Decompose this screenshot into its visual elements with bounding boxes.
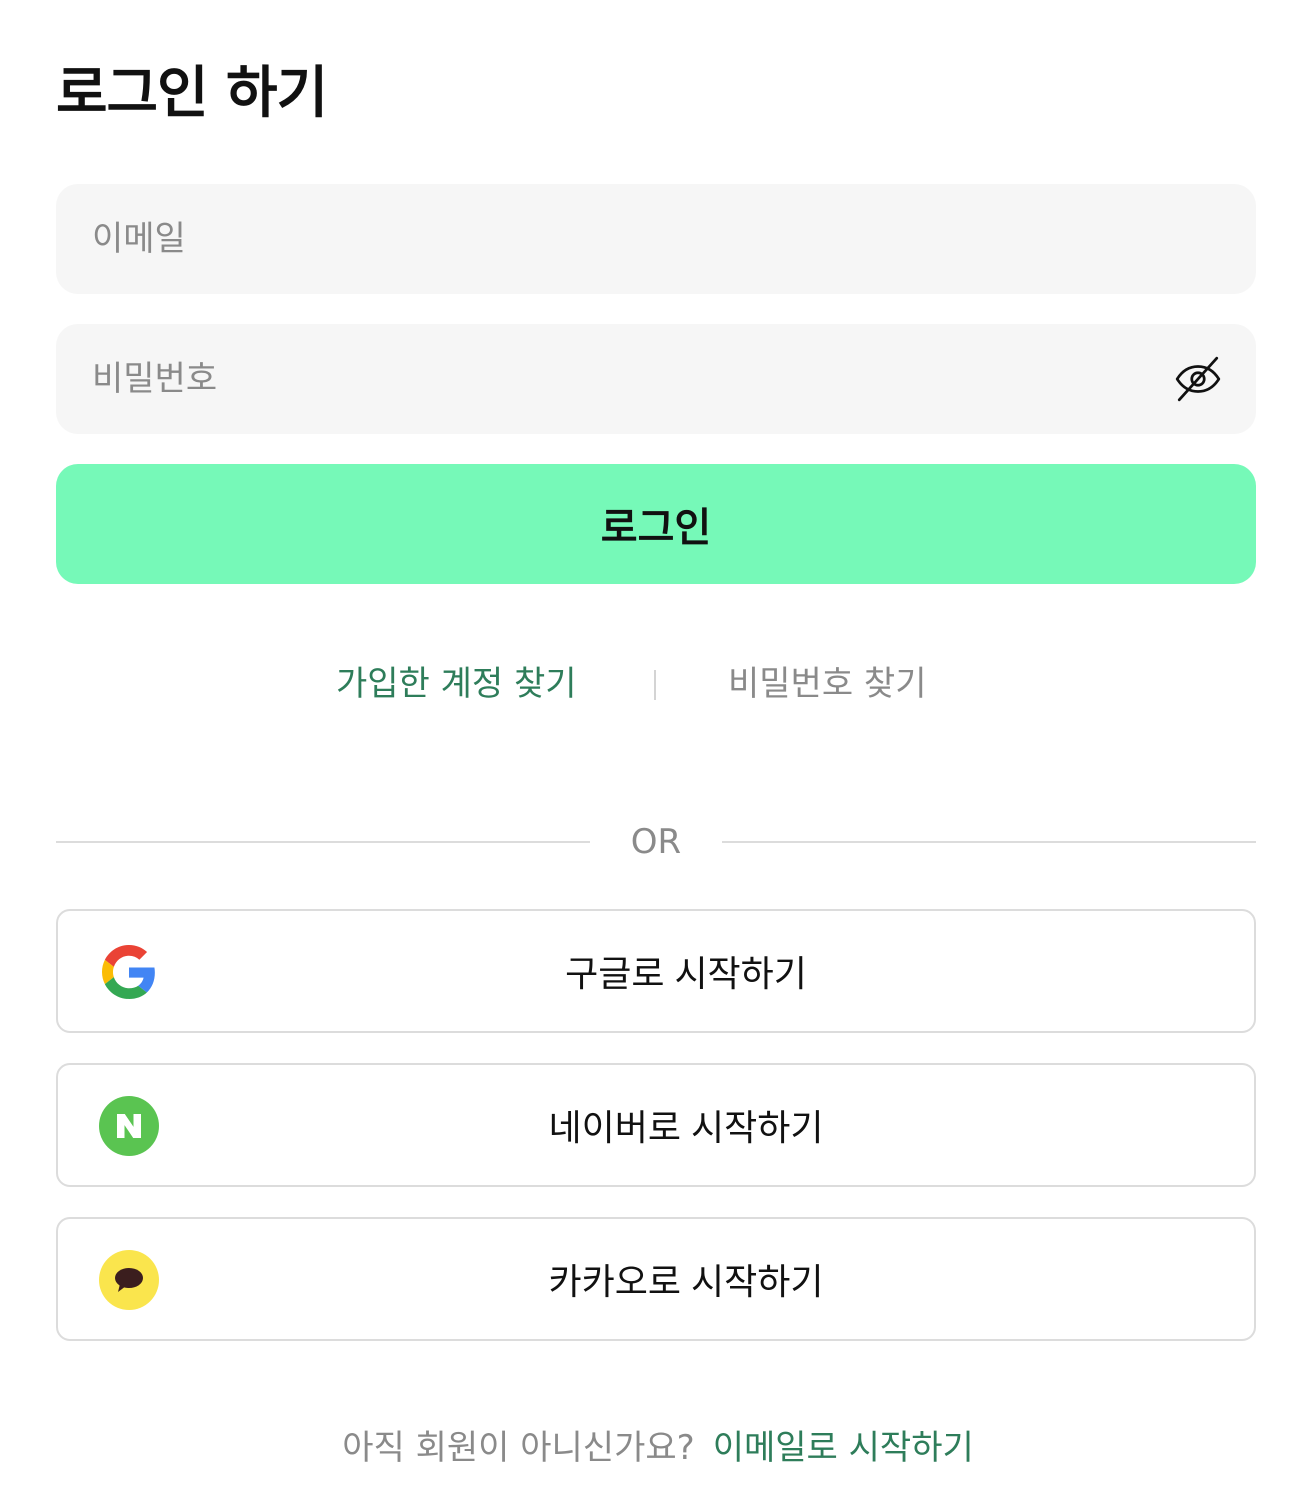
google-login-button[interactable]: 구글로 시작하기 bbox=[56, 909, 1256, 1033]
signup-prompt: 아직 회원이 아니신가요? 이메일로 시작하기 bbox=[0, 1420, 1316, 1476]
find-password-link[interactable]: 비밀번호 찾기 bbox=[728, 656, 927, 712]
email-input[interactable] bbox=[92, 219, 1220, 259]
divider-line-right bbox=[722, 841, 1256, 843]
google-login-label: 구글로 시작하기 bbox=[565, 953, 807, 994]
or-label: OR bbox=[630, 822, 682, 862]
links-divider bbox=[654, 670, 656, 700]
naver-login-label: 네이버로 시작하기 bbox=[548, 1107, 824, 1148]
password-field-container bbox=[56, 324, 1256, 434]
divider-line-left bbox=[56, 841, 590, 843]
or-divider: OR bbox=[56, 814, 1256, 870]
find-account-link[interactable]: 가입한 계정 찾기 bbox=[336, 656, 577, 712]
page-title: 로그인 하기 bbox=[56, 61, 328, 126]
naver-login-button[interactable]: 네이버로 시작하기 bbox=[56, 1063, 1256, 1187]
signup-question: 아직 회원이 아니신가요? bbox=[342, 1428, 695, 1468]
eye-off-icon[interactable] bbox=[1170, 351, 1226, 407]
email-signup-link[interactable]: 이메일로 시작하기 bbox=[713, 1428, 974, 1468]
login-button[interactable]: 로그인 bbox=[56, 464, 1256, 584]
kakao-login-label: 카카오로 시작하기 bbox=[548, 1261, 824, 1302]
email-field-container bbox=[56, 184, 1256, 294]
login-page: 로그인 하기 로그인 가입한 계정 찾기 비밀번호 찾기 OR bbox=[0, 0, 1316, 1506]
kakao-login-button[interactable]: 카카오로 시작하기 bbox=[56, 1217, 1256, 1341]
password-input[interactable] bbox=[92, 359, 1170, 399]
account-links: 가입한 계정 찾기 비밀번호 찾기 bbox=[0, 656, 1316, 716]
